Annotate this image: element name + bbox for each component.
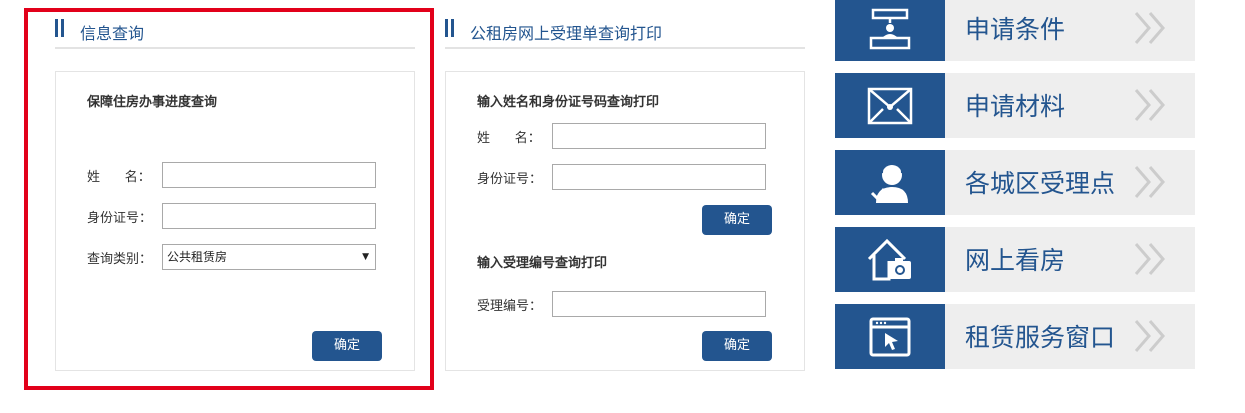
print-name-submit-button[interactable]: 确定: [702, 205, 772, 235]
code-query-title: 输入受理编号查询打印: [477, 256, 608, 271]
envelope-icon: [867, 87, 913, 124]
print-code-submit-button[interactable]: 确定: [702, 331, 772, 361]
print-query-title: 公租房网上受理单查询打印: [470, 24, 663, 43]
name-id-query-title: 输入姓名和身份证号码查询打印: [477, 95, 660, 110]
menu-rental-service-window[interactable]: 租赁服务窗口: [835, 304, 1195, 369]
section-bar-icon: [445, 19, 455, 37]
icon-box: [835, 304, 945, 369]
reception-desk-icon: [869, 8, 911, 49]
icon-box: [835, 0, 945, 61]
menu-label: 租赁服务窗口: [965, 323, 1116, 352]
menu-label: 网上看房: [965, 246, 1066, 275]
print-name-label: 姓 名：: [477, 131, 541, 146]
menu-online-house-viewing[interactable]: 网上看房: [835, 227, 1195, 292]
print-name-row: 姓 名：: [477, 123, 797, 149]
icon-box: [835, 73, 945, 138]
highlight-frame: [24, 8, 434, 390]
code-row: 受理编号：: [477, 291, 797, 317]
menu-apply-conditions[interactable]: 申请条件: [835, 0, 1195, 61]
double-chevron-right-icon: [1134, 12, 1165, 44]
print-id-label: 身份证号：: [477, 172, 543, 187]
icon-box: [835, 227, 945, 292]
menu-label: 申请材料: [965, 92, 1066, 121]
menu-apply-materials[interactable]: 申请材料: [835, 73, 1195, 138]
print-id-input[interactable]: [552, 164, 766, 190]
print-id-row: 身份证号：: [477, 164, 797, 190]
print-query-header: 公租房网上受理单查询打印: [445, 15, 805, 49]
print-query-panel: 输入姓名和身份证号码查询打印 姓 名： 身份证号： 确定 输入受理编号查询打印 …: [445, 71, 805, 371]
acceptance-code-input[interactable]: [552, 291, 766, 317]
double-chevron-right-icon: [1134, 89, 1165, 121]
browser-window-cursor-icon: [869, 317, 911, 356]
menu-label: 各城区受理点: [965, 169, 1116, 198]
double-chevron-right-icon: [1134, 243, 1165, 275]
menu-label: 申请条件: [965, 15, 1066, 44]
double-chevron-right-icon: [1134, 166, 1165, 198]
print-name-input[interactable]: [552, 123, 766, 149]
icon-box: [835, 150, 945, 215]
double-chevron-right-icon: [1134, 320, 1165, 352]
code-label: 受理编号：: [477, 299, 543, 314]
service-agent-icon: [870, 159, 908, 203]
house-camera-icon: [867, 238, 911, 280]
menu-district-offices[interactable]: 各城区受理点: [835, 150, 1195, 215]
